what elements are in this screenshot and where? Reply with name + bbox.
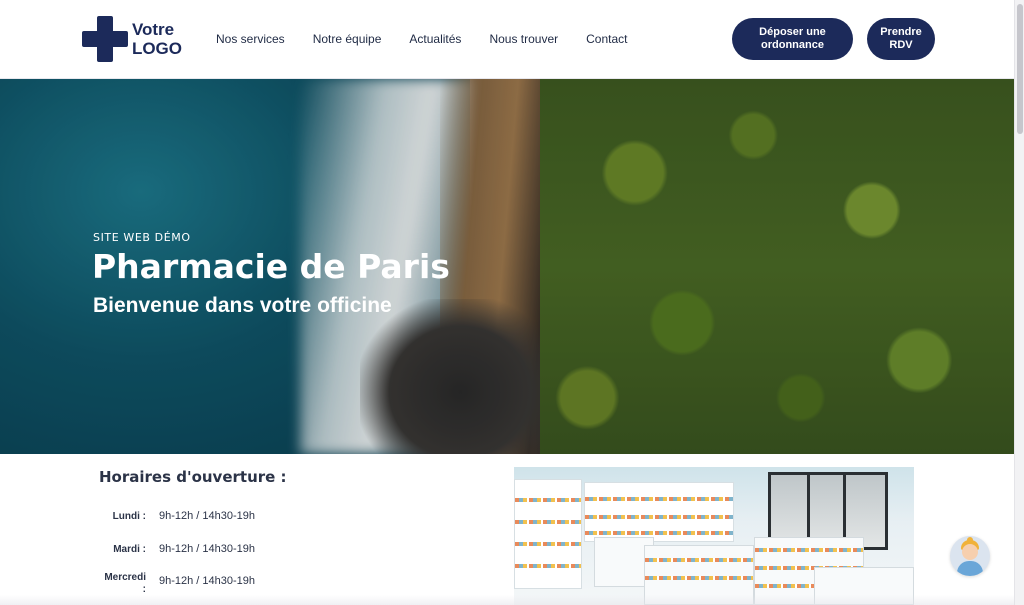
opening-hours-title: Horaires d'ouverture :: [99, 468, 287, 486]
hero-kicker: SITE WEB DÉMO: [93, 231, 191, 244]
hours-row: Mardi : 9h-12h / 14h30-19h: [100, 543, 340, 563]
hours-row: Lundi : 9h-12h / 14h30-19h: [100, 510, 340, 530]
photo-shelf-row: [515, 564, 581, 568]
photo-shelf: [584, 482, 734, 542]
hours-row: Mercredi : 9h-12h / 14h30-19h: [100, 572, 340, 595]
bottom-fade: [0, 595, 1014, 605]
book-appointment-button[interactable]: Prendre RDV: [867, 18, 935, 60]
photo-shelf-row: [585, 531, 733, 535]
hero-subtitle: Bienvenue dans votre officine: [93, 294, 392, 317]
avatar-hair-bun: [967, 537, 973, 543]
photo-shelf-row: [515, 520, 581, 524]
logo-text: Votre LOGO: [132, 20, 182, 58]
chat-assistant-avatar[interactable]: [950, 536, 990, 576]
hero-title: Pharmacie de Paris: [92, 247, 450, 286]
hours-day: Mardi :: [113, 544, 146, 555]
logo-line-2: LOGO: [131, 39, 182, 58]
photo-shelf-row: [515, 542, 581, 546]
scrollbar-thumb[interactable]: [1017, 4, 1023, 134]
site-logo[interactable]: Votre LOGO: [82, 15, 182, 63]
page-scrollbar[interactable]: [1014, 0, 1024, 605]
nav-item-team[interactable]: Notre équipe: [313, 32, 382, 46]
site-header: Votre LOGO Nos services Notre équipe Act…: [0, 0, 1014, 79]
nav-item-contact[interactable]: Contact: [586, 32, 627, 46]
pharmacy-cross-icon: [82, 16, 128, 62]
photo-shelf-row: [515, 498, 581, 502]
hero-banner: SITE WEB DÉMO Pharmacie de Paris Bienven…: [0, 79, 1014, 454]
nav-item-services[interactable]: Nos services: [216, 32, 285, 46]
photo-shelf-row: [755, 548, 863, 552]
photo-shelf-row: [585, 497, 733, 501]
nav-item-find-us[interactable]: Nous trouver: [489, 32, 558, 46]
nav-item-news[interactable]: Actualités: [409, 32, 461, 46]
hours-value: 9h-12h / 14h30-19h: [159, 543, 256, 555]
hours-day: Mercredi :: [104, 572, 146, 595]
avatar-face: [962, 544, 978, 560]
logo-line-1: Votre: [131, 20, 175, 39]
main-nav: Nos services Notre équipe Actualités Nou…: [216, 32, 656, 46]
photo-shelf-row: [645, 576, 753, 580]
photo-shelf-row: [585, 515, 733, 519]
photo-shelf-row: [645, 558, 753, 562]
hours-value: 9h-12h / 14h30-19h: [159, 510, 256, 522]
upload-prescription-button[interactable]: Déposer une ordonnance: [732, 18, 853, 60]
pharmacy-interior-photo: [514, 467, 914, 605]
photo-shelf: [514, 479, 582, 589]
hours-value: 9h-12h / 14h30-19h: [159, 575, 256, 587]
hours-day: Lundi :: [112, 511, 146, 522]
avatar-body: [957, 561, 983, 576]
